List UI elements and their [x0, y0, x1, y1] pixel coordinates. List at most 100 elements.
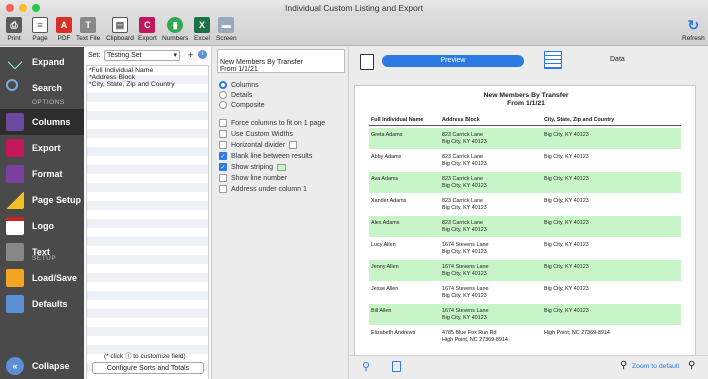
- sidebar-item-defaults[interactable]: Defaults: [0, 291, 84, 317]
- col-header-city: City, State, Zip and Country: [544, 117, 615, 123]
- print-button[interactable]: ⎙ Print: [6, 17, 22, 42]
- cell-city: Big City, KY 40123: [544, 242, 589, 248]
- sidebar-item-expand[interactable]: Expand: [0, 49, 84, 75]
- window-title: Individual Custom Listing and Export: [285, 3, 423, 13]
- table-row: Lucy Allen 1674 Stevens Lane Big City, KY …: [369, 238, 681, 259]
- cell-name: Bill Allen: [371, 308, 392, 314]
- cell-address: 1674 Stevens Lane Big City, KY 40123: [442, 308, 489, 321]
- table-row: Jenny Allen 1674 Stevens Lane Big City, KY…: [369, 260, 681, 281]
- close-window-button[interactable]: [6, 4, 14, 12]
- report-header-textbox[interactable]: New Members By Transfer From 1/1/21: [217, 49, 345, 73]
- pdf-button[interactable]: A PDF: [56, 17, 72, 42]
- page-button[interactable]: ≡ Page: [32, 17, 48, 42]
- zoom-in-icon[interactable]: ⚲: [688, 360, 695, 371]
- table-row: Abby Adams 823 Carrick Lane Big City, KY 4…: [369, 150, 681, 171]
- search-icon: [6, 79, 18, 91]
- stripe-color-swatch[interactable]: [277, 163, 287, 171]
- address-under-col1-checkbox[interactable]: Address under column 1: [219, 185, 307, 193]
- column-set-panel: Set: Testing Set ▾ + i *Full Individual …: [84, 47, 212, 379]
- tab-preview[interactable]: Preview: [382, 55, 524, 67]
- data-grid-icon[interactable]: [544, 51, 562, 69]
- sidebar-item-search[interactable]: Search: [0, 75, 84, 101]
- sidebar-item-load-save[interactable]: Load/Save: [0, 265, 84, 291]
- table-row: Ava Adams 823 Carrick Lane Big City, KY 40…: [369, 172, 681, 193]
- export-icon: [6, 139, 24, 157]
- logo-icon: [6, 217, 24, 235]
- screen-button[interactable]: ▬ Screen: [216, 17, 237, 42]
- cell-name: Abby Adams: [371, 154, 402, 160]
- excel-button[interactable]: X Excel: [194, 17, 210, 42]
- zoom-default-link[interactable]: Zoom to default: [632, 363, 679, 370]
- numbers-button[interactable]: ▮ Numbers: [162, 17, 188, 42]
- add-column-button[interactable]: +: [188, 50, 193, 60]
- list-item[interactable]: *City, State, Zip and Country: [87, 81, 208, 88]
- preview-doc-icon[interactable]: [360, 54, 374, 70]
- table-row: Elizabeth Andrews 4785 Blue Fox Run Rd Hig…: [369, 326, 681, 347]
- pdf-icon: A: [56, 17, 72, 33]
- set-select[interactable]: Testing Set ▾: [104, 50, 180, 61]
- force-fit-checkbox[interactable]: Force columns to fit on 1 page: [219, 119, 325, 127]
- show-striping-checkbox[interactable]: ✓ Show striping: [219, 163, 287, 171]
- columns-list[interactable]: *Full Individual Name *Address Block *Ci…: [86, 65, 209, 379]
- sidebar-item-columns[interactable]: Columns: [0, 109, 84, 135]
- collapse-icon: «: [6, 357, 24, 375]
- cell-city: High Point, NC 27369-8914: [544, 330, 610, 336]
- divider-style-icon[interactable]: [289, 141, 298, 149]
- minimize-window-button[interactable]: [19, 4, 27, 12]
- layout-details-radio[interactable]: Details: [219, 91, 252, 99]
- cell-city: Big City, KY 40123: [544, 154, 589, 160]
- cell-address: 1674 Stevens Lane Big City, KY 40123: [442, 242, 489, 255]
- refresh-button[interactable]: ↻ Refresh: [682, 17, 705, 43]
- setup-section-label: SETUP: [32, 255, 57, 262]
- list-item[interactable]: *Address Block: [87, 74, 208, 81]
- excel-icon: X: [194, 17, 210, 33]
- export-button[interactable]: C Export: [138, 17, 157, 42]
- chevron-down-icon: ▾: [173, 52, 177, 59]
- blank-line-checkbox[interactable]: ✓ Blank line between results: [219, 152, 312, 160]
- set-label: Set:: [88, 52, 101, 59]
- numbers-icon: ▮: [167, 17, 184, 33]
- layout-composite-radio[interactable]: Composite: [219, 101, 264, 109]
- list-item[interactable]: *Full Individual Name: [87, 67, 208, 74]
- layout-columns-radio[interactable]: Columns: [219, 81, 259, 89]
- cell-address: 1674 Stevens Lane Big City, KY 40123: [442, 286, 489, 299]
- title-bar: Individual Custom Listing and Export: [0, 0, 708, 16]
- sidebar: Expand Search OPTIONS Columns Export For…: [0, 47, 84, 379]
- customize-hint: (* click ⓘ to customize field): [104, 353, 186, 360]
- show-line-number-checkbox[interactable]: Show line number: [219, 174, 287, 182]
- tab-data[interactable]: Data: [610, 56, 625, 63]
- report-header-row: Full Individual Name Address Block City,…: [369, 114, 681, 126]
- horizontal-divider-checkbox[interactable]: Horizontal divider: [219, 141, 298, 149]
- zoom-window-button[interactable]: [32, 4, 40, 12]
- preview-bottom-bar: ⚲ ⚲ Zoom to default ⚲: [350, 355, 708, 379]
- cell-name: Lucy Allen: [371, 242, 396, 248]
- configure-sorts-button[interactable]: Configure Sorts and Totals: [92, 362, 204, 374]
- info-icon[interactable]: i: [198, 50, 207, 59]
- sidebar-item-format[interactable]: Format: [0, 161, 84, 187]
- cell-name: Xander Adams: [371, 198, 407, 204]
- window-controls: [6, 4, 40, 12]
- cell-name: Elizabeth Andrews: [371, 330, 416, 336]
- columns-icon: [6, 113, 24, 131]
- page-setup-icon: [6, 191, 24, 209]
- sidebar-item-collapse[interactable]: «Collapse: [0, 353, 84, 379]
- text-icon: [6, 243, 24, 261]
- sidebar-item-export[interactable]: Export: [0, 135, 84, 161]
- cell-city: Big City, KY 40123: [544, 286, 589, 292]
- toolbar: ⎙ Print ≡ Page A PDF T Text File ▤ Clipboard …: [0, 16, 708, 46]
- cell-name: Jenny Allen: [371, 264, 399, 270]
- table-row: Bill Allen 1674 Stevens Lane Big City, KY …: [369, 304, 681, 325]
- sidebar-item-page-setup[interactable]: Page Setup: [0, 187, 84, 213]
- search-icon[interactable]: ⚲: [362, 360, 370, 373]
- options-section-label: OPTIONS: [32, 99, 65, 106]
- cell-address: 823 Carrick Lane Big City, KY 40123: [442, 220, 487, 233]
- notes-icon[interactable]: [392, 361, 401, 372]
- clipboard-icon: ▤: [111, 17, 128, 33]
- sidebar-item-logo[interactable]: Logo: [0, 213, 84, 239]
- custom-widths-checkbox[interactable]: Use Custom Widths: [219, 130, 293, 138]
- zoom-out-icon[interactable]: ⚲: [620, 360, 627, 371]
- cell-city: Big City, KY 40123: [544, 220, 589, 226]
- cell-city: Big City, KY 40123: [544, 176, 589, 182]
- text-file-button[interactable]: T Text File: [76, 17, 100, 42]
- clipboard-button[interactable]: ▤ Clipboard: [106, 17, 134, 42]
